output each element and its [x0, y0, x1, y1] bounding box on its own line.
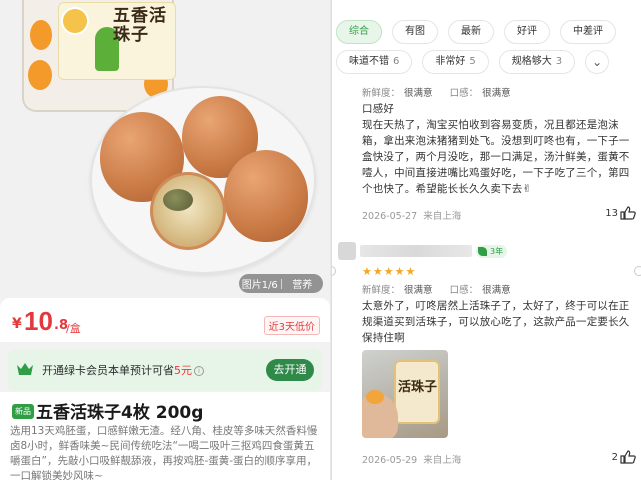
info-icon[interactable]: i: [194, 366, 204, 376]
tag-large-size[interactable]: 规格够大 3: [498, 50, 576, 74]
product-detail-panel: 五香活珠子 图片1/6 营养 ¥ 10 .8 /盒 近3天低价 开通绿卡会员本单…: [0, 0, 330, 480]
new-product-badge: 新品: [12, 404, 34, 419]
review-date: 2026-05-29 来自上海: [362, 455, 462, 466]
currency-symbol: ¥: [12, 316, 22, 332]
cut-egg-image: [150, 172, 226, 250]
price-row: ¥ 10 .8 /盒 近3天低价: [0, 298, 330, 342]
review-ratings: 新鲜度： 很满意 口感： 很满意: [362, 285, 511, 296]
review-date: 2026-05-27 来自上海: [362, 211, 462, 222]
package-label-text: 五香活珠子: [113, 6, 167, 45]
like-count: 2: [611, 451, 618, 463]
thumbs-up-icon: [620, 206, 636, 220]
crown-icon: [17, 363, 33, 375]
image-counter[interactable]: 图片1/6 营养: [239, 274, 323, 293]
product-title-block: 新品 五香活珠子4枚 200g 选用13天鸡胚蛋，口感鲜嫩无渣。经八角、桂皮等多…: [0, 392, 330, 480]
review-text: 口感好 现在天热了，淘宝买怕收到容易变质，况且都还是泡沫箱，拿出来泡沫猪猪到处飞…: [362, 103, 630, 195]
egg-image: [224, 150, 308, 242]
review-tag-row: 味道不错 6 非常好 5 规格够大 3 ⌄: [336, 50, 610, 74]
filter-latest[interactable]: 最新: [448, 20, 494, 44]
like-count: 13: [605, 207, 618, 219]
tag-taste-good[interactable]: 味道不错 6: [336, 50, 413, 74]
avatar: [338, 242, 356, 260]
image-index: 图片1/6: [241, 280, 278, 291]
review-ratings: 新鲜度： 很满意 口感： 很满意: [362, 88, 511, 99]
chevron-down-icon[interactable]: ⌄: [585, 50, 610, 74]
review-filter-row: 综合 有图 最新 好评 中差评: [336, 20, 616, 44]
nutrition-tab[interactable]: 营养: [282, 276, 324, 291]
reviews-panel: 综合 有图 最新 好评 中差评 味道不错 6 非常好 5 规格够大 3 ⌄ 新鲜度：很…: [331, 0, 641, 480]
review-photo[interactable]: 活珠子: [362, 350, 448, 438]
price-unit: /盒: [66, 322, 81, 335]
price-integer: 10: [24, 306, 53, 336]
thumbs-up-icon: [620, 450, 636, 464]
tag-very-good[interactable]: 非常好 5: [422, 50, 489, 74]
star-rating: ★★★★★: [362, 265, 417, 278]
low-price-badge: 近3天低价: [263, 316, 320, 335]
product-title: 五香活珠子4枚 200g: [36, 403, 204, 423]
like-button[interactable]: 13: [605, 206, 636, 220]
leaf-icon: [478, 247, 487, 256]
membership-text: 开通绿卡会员本单预计可省5元 i: [42, 362, 204, 378]
filter-with-photos[interactable]: 有图: [392, 20, 438, 44]
photo-package-text: 活珠子: [398, 380, 438, 395]
brand-logo-icon: [61, 7, 89, 35]
product-description: 选用13天鸡胚蛋，口感鲜嫩无渣。经八角、桂皮等多味天然香料慢卤8小时，鲜香味美~…: [10, 425, 318, 480]
filter-negative[interactable]: 中差评: [560, 20, 616, 44]
reviewer-row: 3年: [332, 240, 641, 262]
member-level-badge: 3年: [476, 245, 508, 258]
savings-amount: 5元: [174, 364, 192, 377]
package-label: 五香活珠子: [58, 2, 176, 80]
like-button[interactable]: 2: [612, 450, 636, 464]
divider-handle: [332, 266, 336, 276]
filter-positive[interactable]: 好评: [504, 20, 550, 44]
product-image-carousel[interactable]: 五香活珠子 图片1/6 营养: [0, 0, 330, 298]
review-text: 太意外了，叮咚居然上活珠子了，太好了，终于可以在正规渠道买到活珠子，可以放心吃了…: [362, 300, 630, 344]
divider-handle: [634, 266, 641, 276]
membership-banner[interactable]: 开通绿卡会员本单预计可省5元 i 去开通: [8, 349, 322, 391]
filter-all[interactable]: 综合: [336, 20, 382, 44]
reviewer-name-blurred: [360, 245, 472, 257]
open-membership-button[interactable]: 去开通: [266, 359, 314, 381]
